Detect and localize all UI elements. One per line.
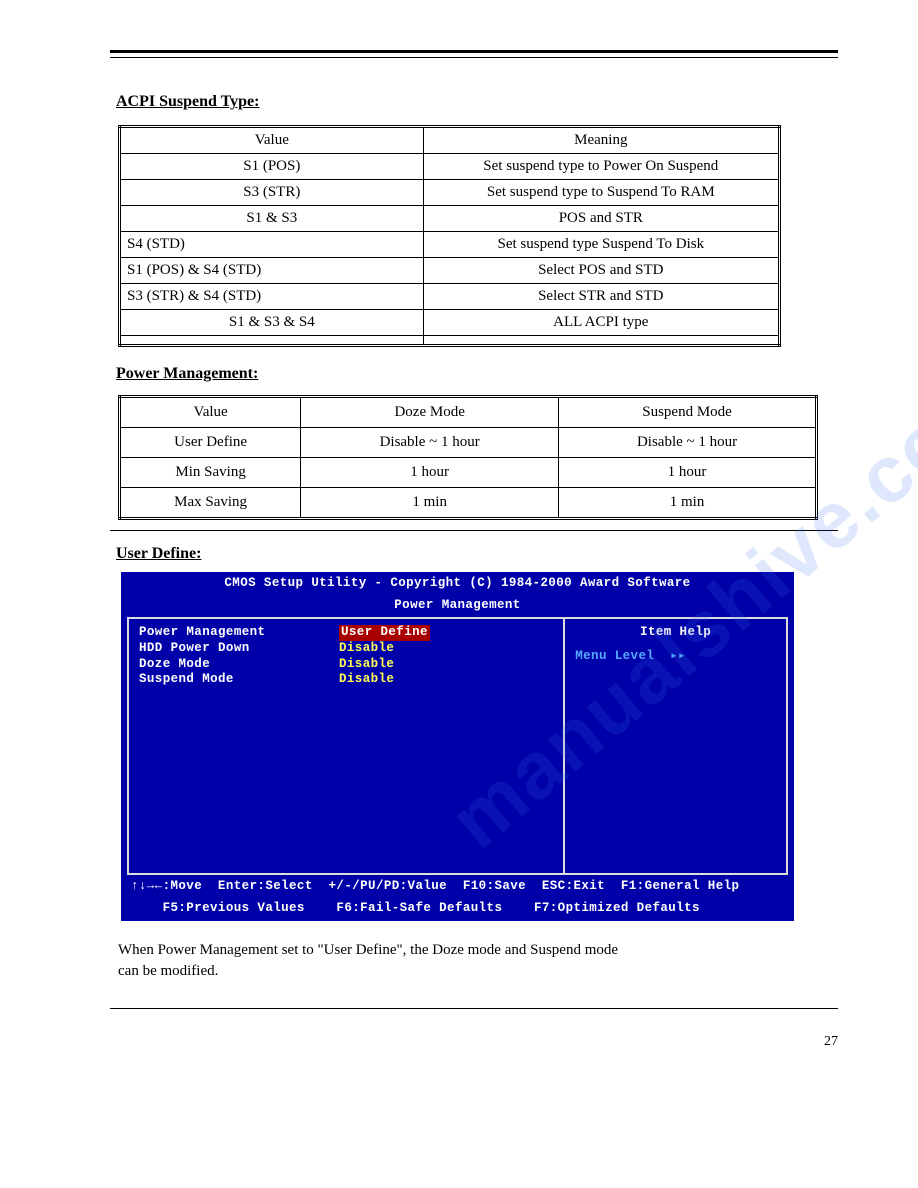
acpi-meaning-5: Select STR and STD — [423, 284, 779, 310]
bios-item-0-value: User Define — [339, 625, 430, 641]
pm-s-1: 1 hour — [559, 458, 817, 488]
bios-item-3-label[interactable]: Suspend Mode — [139, 672, 339, 688]
pm-v-0: User Define — [120, 428, 301, 458]
pm-d-2: 1 min — [301, 488, 559, 519]
acpi-value-4: S1 (POS) & S4 (STD) — [120, 258, 424, 284]
acpi-meaning-0: Set suspend type to Power On Suspend — [423, 154, 779, 180]
acpi-meaning-7 — [423, 336, 779, 346]
acpi-value-0: S1 (POS) — [120, 154, 424, 180]
pm-d-0: Disable ~ 1 hour — [301, 428, 559, 458]
pm-s-2: 1 min — [559, 488, 817, 519]
bios-right-pane: Item Help Menu Level ▸▸ — [563, 617, 788, 875]
acpi-meaning-4: Select POS and STD — [423, 258, 779, 284]
bios-footer-2: F5:Previous Values F6:Fail-Safe Defaults… — [121, 899, 794, 921]
acpi-col-value: Value — [120, 127, 424, 154]
section-ud-title: User Define: — [116, 545, 838, 563]
acpi-value-7 — [120, 336, 424, 346]
pm-v-2: Max Saving — [120, 488, 301, 519]
acpi-meaning-2: POS and STR — [423, 206, 779, 232]
bios-screenshot: CMOS Setup Utility - Copyright (C) 1984-… — [120, 571, 795, 922]
pm-v-1: Min Saving — [120, 458, 301, 488]
bios-menu-level: Menu Level — [575, 649, 654, 663]
chevron-right-icon: ▸▸ — [670, 649, 686, 663]
acpi-meaning-3: Set suspend type Suspend To Disk — [423, 232, 779, 258]
acpi-col-meaning: Meaning — [423, 127, 779, 154]
separator-rule — [110, 530, 838, 531]
acpi-meaning-1: Set suspend type to Suspend To RAM — [423, 180, 779, 206]
acpi-table: Value Meaning S1 (POS) Set suspend type … — [118, 125, 781, 347]
section-pm-title: Power Management: — [116, 365, 838, 383]
acpi-value-3: S4 (STD) — [120, 232, 424, 258]
top-rule — [110, 50, 838, 58]
bios-item-2-value: Disable — [339, 657, 394, 673]
bios-item-3-value: Disable — [339, 672, 394, 688]
page-number: 27 — [110, 1034, 838, 1050]
bios-help-title: Item Help — [575, 625, 776, 641]
pm-s-0: Disable ~ 1 hour — [559, 428, 817, 458]
pm-d-1: 1 hour — [301, 458, 559, 488]
bios-title-1: CMOS Setup Utility - Copyright (C) 1984-… — [121, 572, 794, 594]
bios-item-2-label[interactable]: Doze Mode — [139, 657, 339, 673]
bottom-rule — [110, 1008, 838, 1009]
acpi-meaning-6: ALL ACPI type — [423, 310, 779, 336]
pm-table: Value Doze Mode Suspend Mode User Define… — [118, 395, 818, 520]
bios-item-1-label[interactable]: HDD Power Down — [139, 641, 339, 657]
bios-footer-1: ↑↓→←:Move Enter:Select +/-/PU/PD:Value F… — [121, 877, 794, 899]
acpi-value-2: S1 & S3 — [120, 206, 424, 232]
acpi-value-1: S3 (STR) — [120, 180, 424, 206]
pm-col-suspend: Suspend Mode — [559, 397, 817, 428]
acpi-value-5: S3 (STR) & S4 (STD) — [120, 284, 424, 310]
pm-col-doze: Doze Mode — [301, 397, 559, 428]
pm-col-value: Value — [120, 397, 301, 428]
bios-left-pane: Power Management User Define HDD Power D… — [127, 617, 563, 875]
bios-title-2: Power Management — [121, 594, 794, 616]
acpi-value-6: S1 & S3 & S4 — [120, 310, 424, 336]
bios-item-1-value: Disable — [339, 641, 394, 657]
pm-description: When Power Management set to "User Defin… — [118, 940, 838, 982]
section-acpi-title: ACPI Suspend Type: — [116, 93, 838, 111]
bios-item-0-label[interactable]: Power Management — [139, 625, 339, 641]
